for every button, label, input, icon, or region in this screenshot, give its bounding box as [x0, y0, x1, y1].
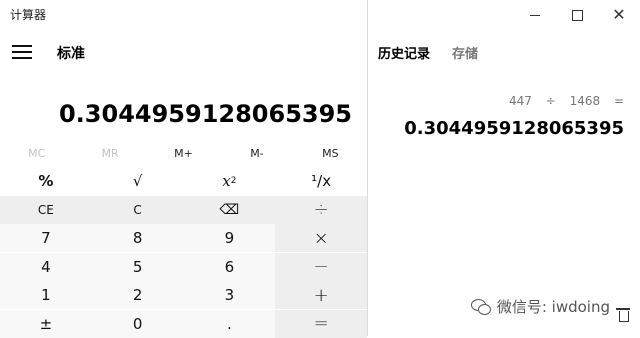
keypad: % √ x2 ¹/x CE C ⌫ ÷ 7 8 9 × 4 5 6 — 1 2 … — [0, 167, 367, 338]
result-display: 0.3044959128065395 — [58, 100, 352, 128]
digit-9-button[interactable]: 9 — [183, 224, 276, 252]
history-panel: ✕ 历史记录 存储 447 ÷ 1468 = 0.304495912806539… — [368, 0, 640, 336]
history-expression[interactable]: 447 ÷ 1468 = — [509, 94, 624, 108]
equals-button[interactable]: = — [275, 309, 367, 338]
maximize-icon[interactable] — [556, 0, 598, 30]
square-x: x — [222, 172, 231, 190]
m-minus-button[interactable]: M- — [220, 144, 293, 164]
digit-3-button[interactable]: 3 — [183, 281, 276, 309]
square-button[interactable]: x2 — [183, 167, 276, 195]
wechat-icon — [470, 298, 491, 315]
digit-5-button[interactable]: 5 — [91, 252, 184, 281]
digit-0-button[interactable]: 0 — [91, 309, 184, 338]
mode-title: 标准 — [57, 46, 85, 62]
digit-2-button[interactable]: 2 — [91, 281, 184, 309]
ce-button[interactable]: CE — [0, 195, 92, 224]
digit-6-button[interactable]: 6 — [183, 252, 276, 281]
subtract-button[interactable]: — — [275, 252, 367, 281]
minimize-icon[interactable] — [514, 0, 556, 30]
divide-button[interactable]: ÷ — [275, 195, 367, 224]
history-equals: = — [613, 94, 624, 108]
c-button[interactable]: C — [91, 195, 184, 224]
mc-button[interactable]: MC — [0, 144, 73, 164]
tab-memory[interactable]: 存储 — [452, 43, 478, 62]
m-plus-button[interactable]: M+ — [147, 144, 220, 164]
window-controls: ✕ — [514, 0, 640, 30]
close-icon[interactable]: ✕ — [598, 0, 640, 30]
history-result[interactable]: 0.3044959128065395 — [404, 118, 624, 139]
digit-4-button[interactable]: 4 — [0, 252, 92, 281]
digit-1-button[interactable]: 1 — [0, 281, 92, 309]
menu-icon[interactable] — [12, 44, 34, 60]
watermark: 微信号: iwdoing — [470, 296, 610, 317]
history-operator: ÷ — [545, 94, 556, 108]
sqrt-button[interactable]: √ — [91, 167, 184, 195]
reciprocal-button[interactable]: ¹/x — [275, 167, 367, 195]
app-title: 计算器 — [10, 8, 47, 22]
multiply-button[interactable]: × — [275, 224, 367, 252]
clear-history-icon[interactable] — [616, 308, 630, 322]
tab-history[interactable]: 历史记录 — [378, 43, 430, 62]
add-button[interactable]: + — [275, 281, 367, 309]
digit-7-button[interactable]: 7 — [0, 224, 92, 252]
calculator-panel: 计算器 标准 0.3044959128065395 MC MR M+ M- MS… — [0, 0, 367, 338]
digit-8-button[interactable]: 8 — [91, 224, 184, 252]
ms-button[interactable]: MS — [294, 144, 367, 164]
square-exp: 2 — [230, 176, 237, 186]
history-tabs: 历史记录 存储 — [378, 43, 478, 62]
negate-button[interactable]: ± — [0, 309, 92, 338]
watermark-text: 微信号: iwdoing — [496, 298, 610, 316]
decimal-button[interactable]: . — [183, 309, 276, 338]
memory-row: MC MR M+ M- MS — [0, 144, 367, 164]
history-operand-2: 1468 — [569, 94, 601, 108]
backspace-icon[interactable]: ⌫ — [183, 195, 276, 224]
mr-button[interactable]: MR — [73, 144, 146, 164]
percent-button[interactable]: % — [0, 167, 92, 195]
history-operand-1: 447 — [508, 94, 532, 108]
